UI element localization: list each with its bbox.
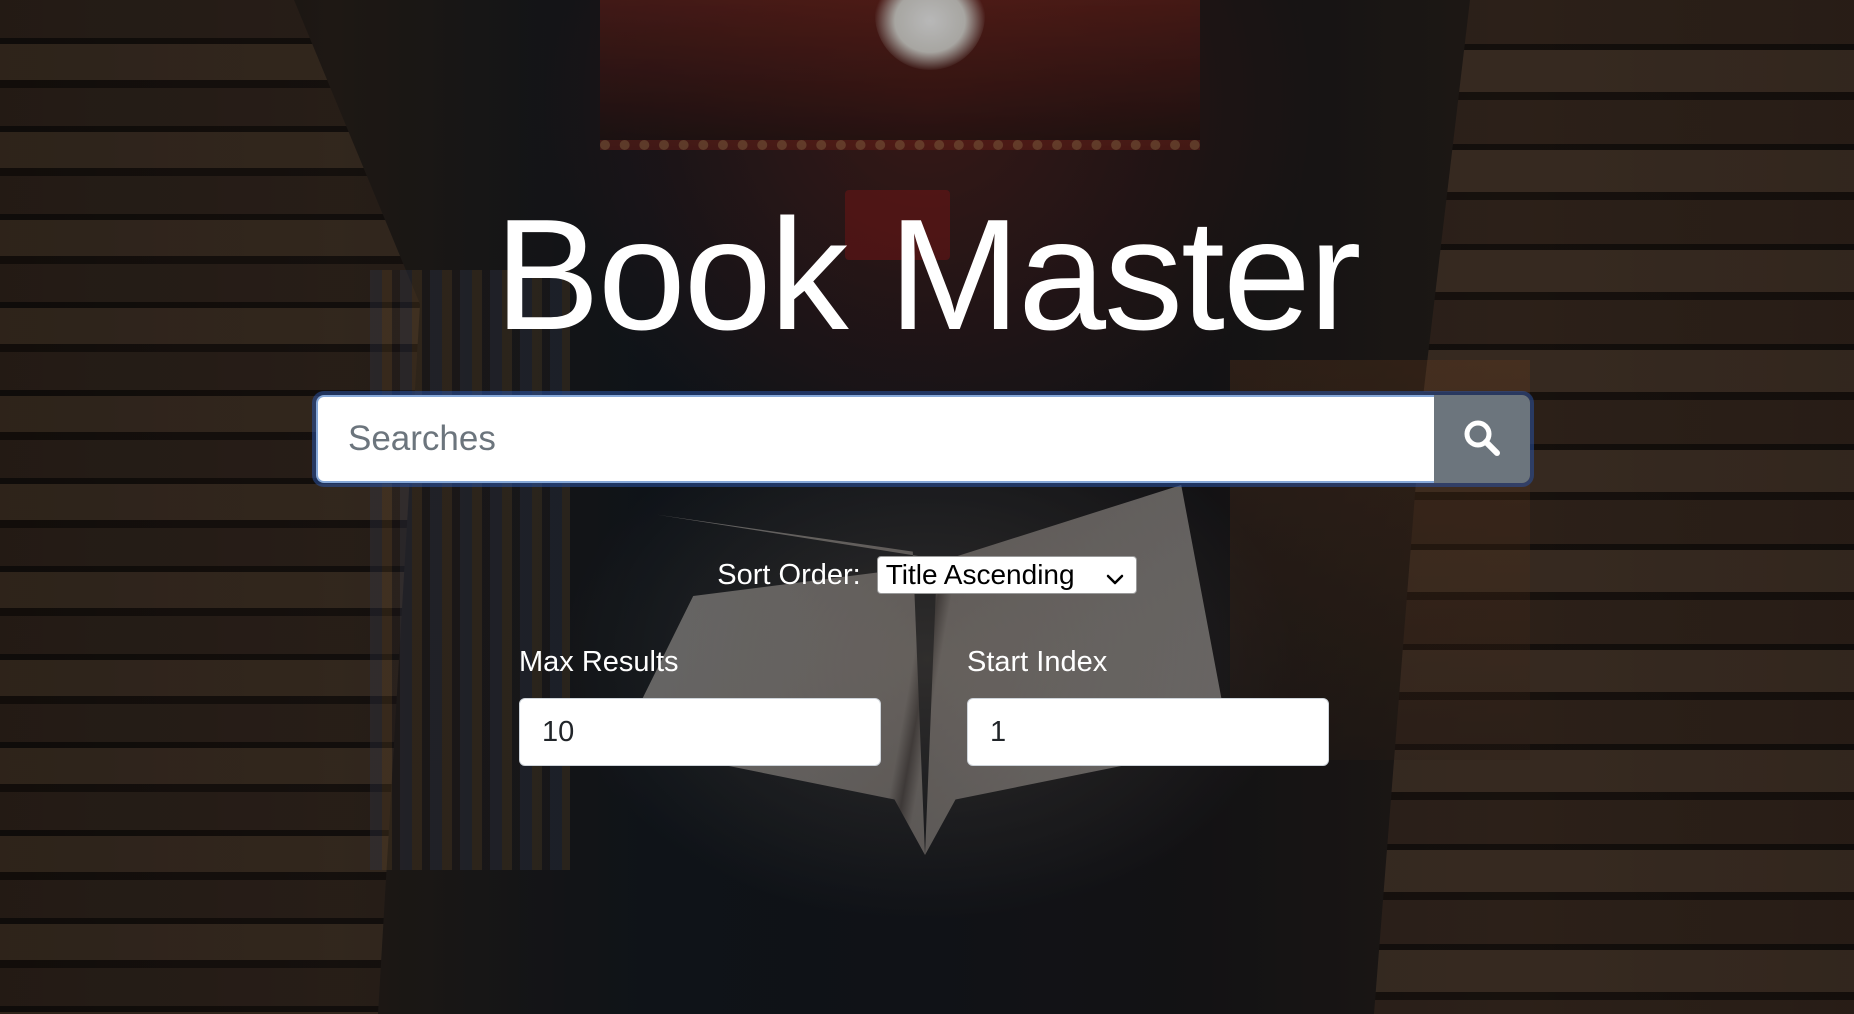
start-index-label: Start Index	[967, 646, 1108, 678]
search-button[interactable]	[1434, 395, 1530, 483]
main-content: Book Master Sort Order: Title Ascending	[0, 0, 1854, 1014]
search-input[interactable]	[316, 395, 1434, 483]
max-results-input[interactable]	[519, 698, 881, 766]
max-results-label: Max Results	[519, 646, 679, 678]
page-background: Book Master Sort Order: Title Ascending	[0, 0, 1854, 1014]
sort-order-select[interactable]: Title Ascending	[876, 556, 1137, 594]
sort-order-selected-value: Title Ascending	[885, 559, 1075, 590]
search-bar	[316, 395, 1530, 483]
search-icon	[1462, 418, 1502, 461]
start-index-input[interactable]	[967, 698, 1329, 766]
sort-order-row: Sort Order: Title Ascending	[0, 556, 1854, 594]
sort-order-label: Sort Order:	[717, 558, 861, 591]
chevron-down-icon	[1104, 565, 1126, 587]
page-title: Book Master	[494, 187, 1362, 363]
